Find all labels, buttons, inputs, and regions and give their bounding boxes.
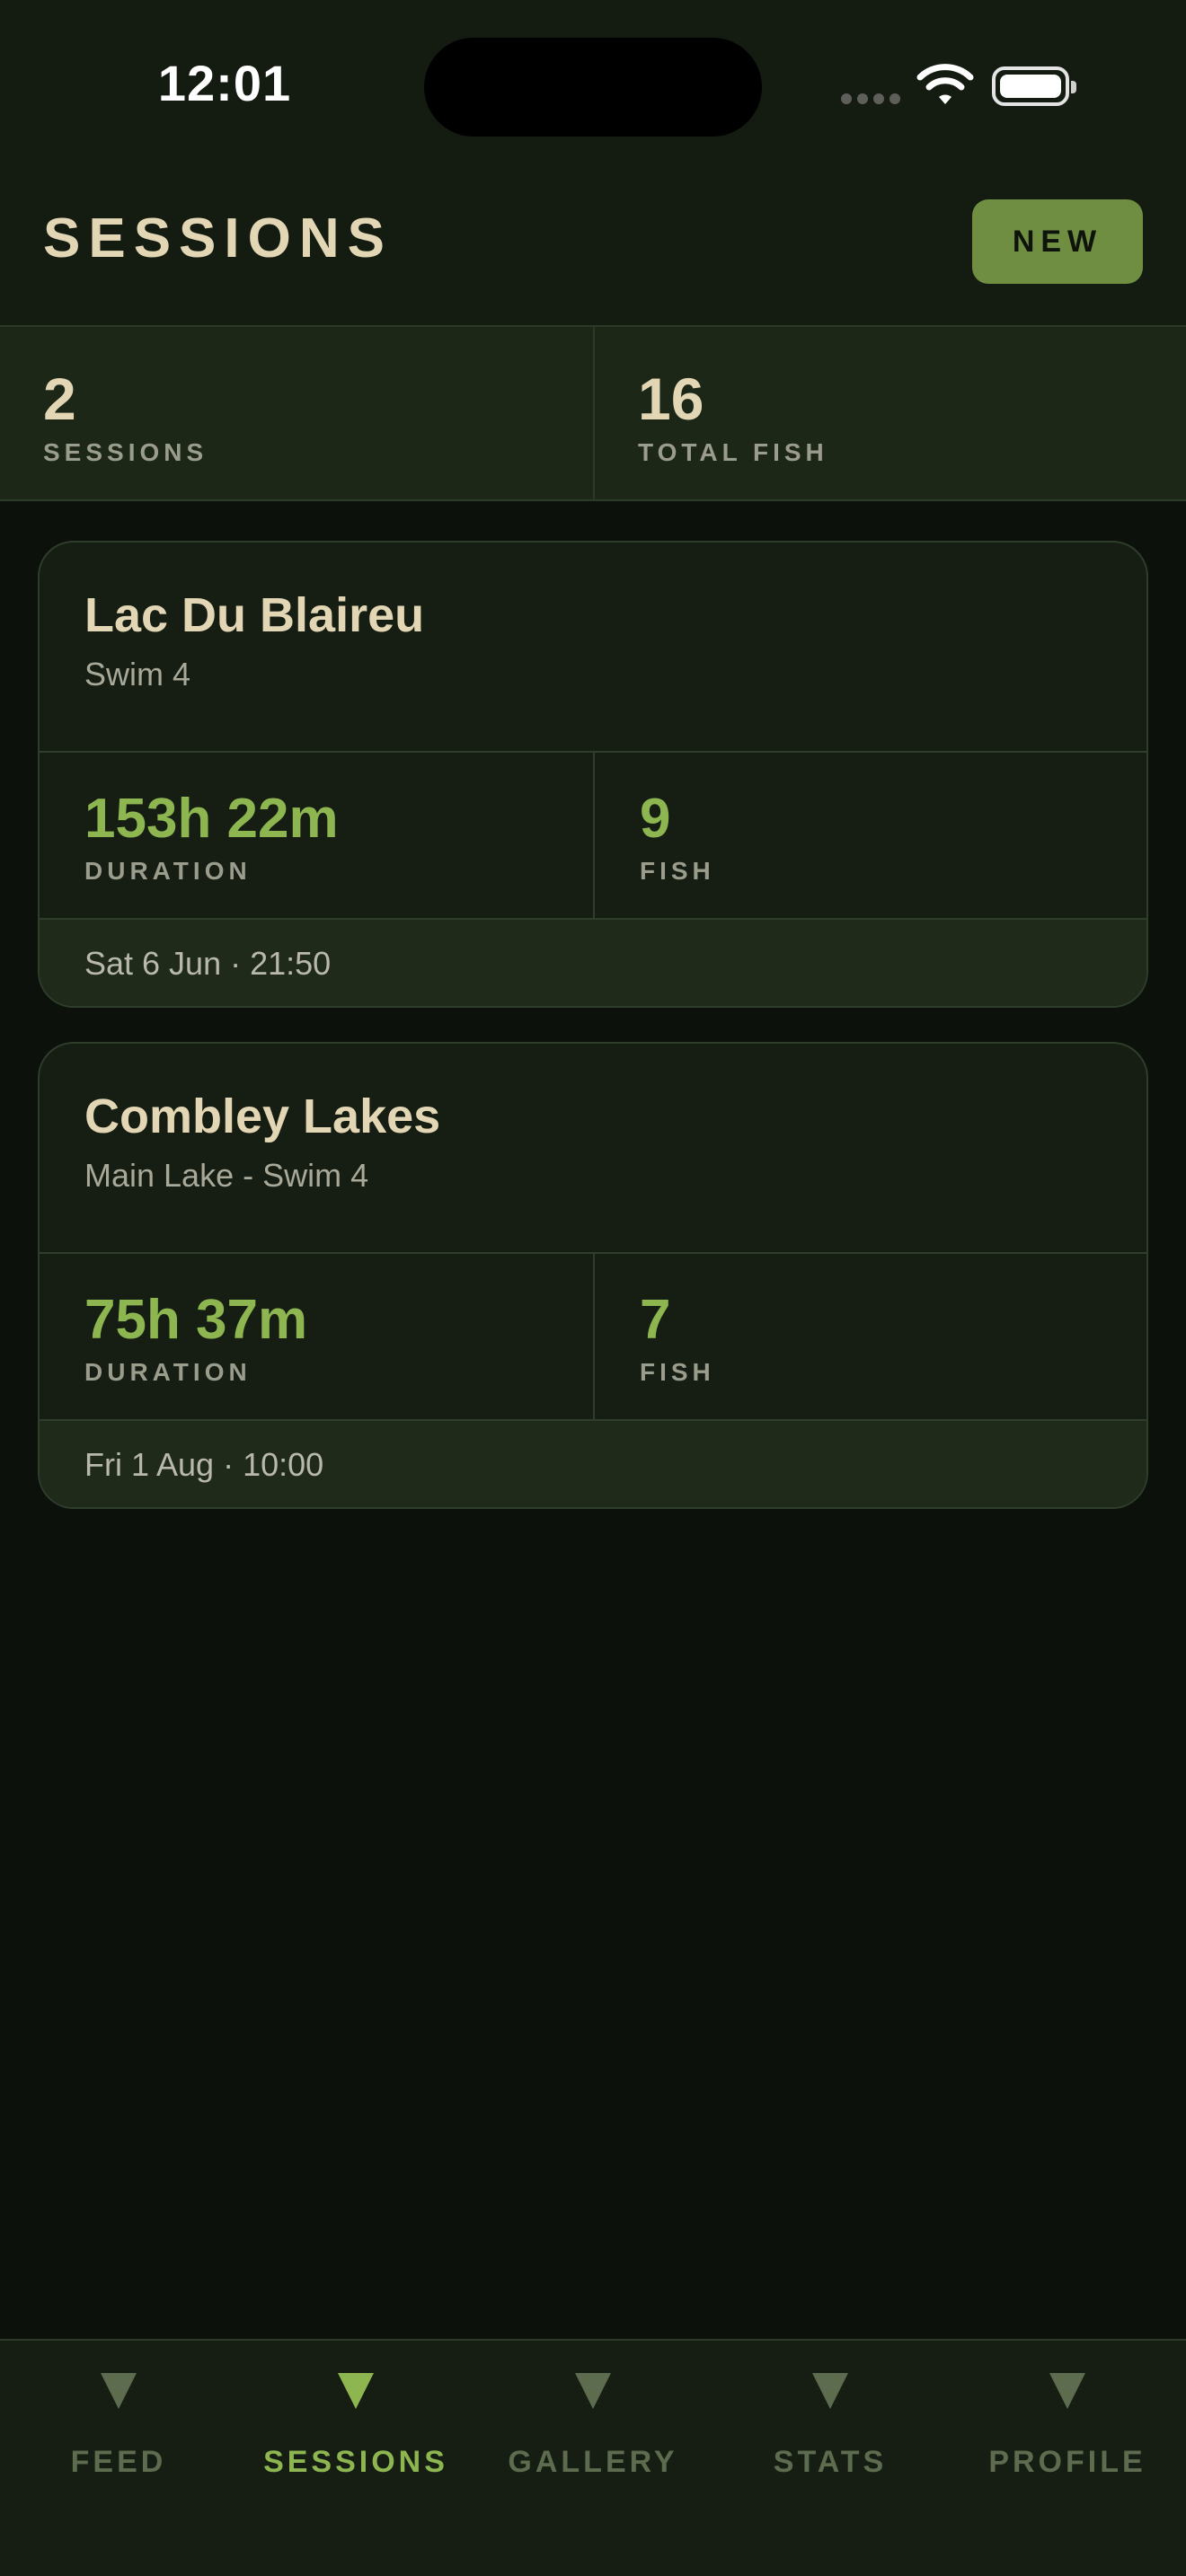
tab-stats[interactable]: STATS: [712, 2341, 949, 2576]
session-venue: Combley Lakes: [84, 1090, 441, 1143]
triangle-down-icon: [575, 2373, 611, 2409]
sessions-summary: 2 SESSIONS 16 TOTAL FISH: [0, 327, 1186, 501]
tab-feed[interactable]: FEED: [0, 2341, 237, 2576]
session-fish: 9 FISH: [593, 753, 1146, 918]
session-start-date: Fri 1 Aug · 10:00: [84, 1446, 324, 1483]
triangle-down-icon: [1049, 2373, 1085, 2409]
triangle-down-icon: [101, 2373, 137, 2409]
fish-value: 7: [640, 1289, 671, 1351]
status-bar: 12:01: [0, 0, 1186, 171]
bottom-tab-bar: FEED SESSIONS GALLERY STATS PROFILE: [0, 2339, 1186, 2576]
session-card-footer: Fri 1 Aug · 10:00: [40, 1421, 1146, 1507]
tab-label: FEED: [70, 2445, 167, 2479]
tab-label: PROFILE: [988, 2445, 1146, 2479]
wifi-icon: [916, 64, 974, 104]
duration-label: DURATION: [84, 1358, 252, 1386]
duration-label: DURATION: [84, 857, 252, 885]
status-time: 12:01: [157, 55, 292, 111]
session-list: Lac Du Blaireu Swim 4 153h 22m DURATION …: [38, 541, 1148, 1543]
tab-label: GALLERY: [508, 2445, 678, 2479]
session-card-footer: Sat 6 Jun · 21:50: [40, 920, 1146, 1006]
session-duration: 75h 37m DURATION: [40, 1254, 593, 1419]
session-swim: Swim 4: [84, 656, 191, 693]
session-card[interactable]: Lac Du Blaireu Swim 4 153h 22m DURATION …: [38, 541, 1148, 1008]
session-fish: 7 FISH: [593, 1254, 1146, 1419]
summary-total-fish: 16 TOTAL FISH: [593, 327, 1186, 499]
session-duration: 153h 22m DURATION: [40, 753, 593, 918]
battery-icon: [992, 66, 1076, 106]
session-stats: 75h 37m DURATION 7 FISH: [40, 1254, 1146, 1421]
session-card-header: Combley Lakes Main Lake - Swim 4: [40, 1044, 1146, 1254]
triangle-down-icon: [812, 2373, 848, 2409]
tab-label: SESSIONS: [263, 2445, 448, 2479]
session-card[interactable]: Combley Lakes Main Lake - Swim 4 75h 37m…: [38, 1042, 1148, 1509]
session-swim: Main Lake - Swim 4: [84, 1157, 369, 1194]
sessions-count: 2: [43, 366, 76, 432]
sessions-count-label: SESSIONS: [43, 438, 208, 466]
fish-label: FISH: [640, 857, 715, 885]
tab-profile[interactable]: PROFILE: [949, 2341, 1186, 2576]
total-fish-label: TOTAL FISH: [638, 438, 828, 466]
fish-label: FISH: [640, 1358, 715, 1386]
triangle-down-icon: [338, 2373, 374, 2409]
duration-value: 153h 22m: [84, 788, 339, 850]
fish-value: 9: [640, 788, 671, 850]
tab-label: STATS: [773, 2445, 888, 2479]
tab-sessions[interactable]: SESSIONS: [237, 2341, 474, 2576]
cellular-signal-icon: [841, 93, 902, 104]
page-title: SESSIONS: [43, 207, 393, 269]
session-venue: Lac Du Blaireu: [84, 588, 425, 642]
page-header: SESSIONS NEW: [0, 171, 1186, 327]
summary-sessions: 2 SESSIONS: [0, 327, 593, 499]
total-fish-count: 16: [638, 366, 704, 432]
session-card-header: Lac Du Blaireu Swim 4: [40, 543, 1146, 753]
session-stats: 153h 22m DURATION 9 FISH: [40, 753, 1146, 920]
new-session-button[interactable]: NEW: [972, 199, 1143, 284]
session-start-date: Sat 6 Jun · 21:50: [84, 945, 332, 982]
tab-gallery[interactable]: GALLERY: [474, 2341, 712, 2576]
duration-value: 75h 37m: [84, 1289, 308, 1351]
dynamic-island: [424, 38, 762, 137]
